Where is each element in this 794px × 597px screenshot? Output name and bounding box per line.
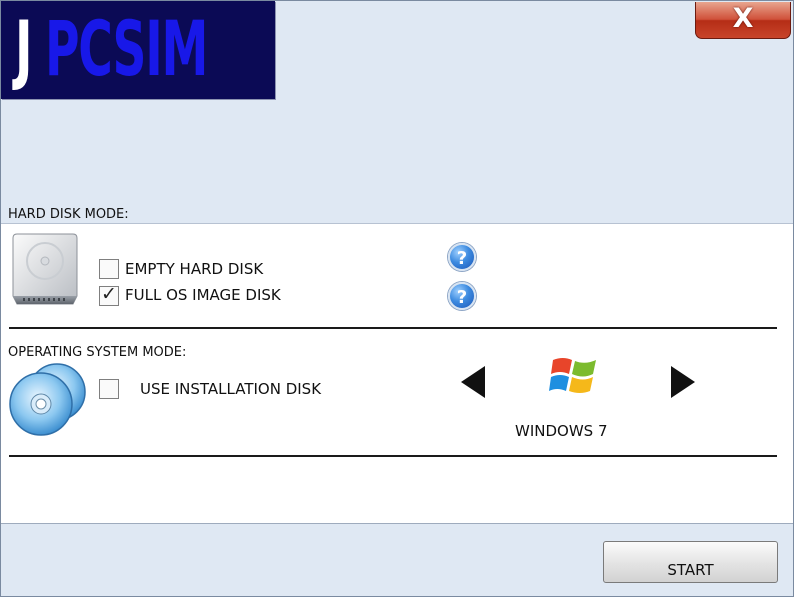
empty-hard-disk-checkbox[interactable] xyxy=(99,259,119,279)
logo-text: PCSIM xyxy=(45,4,208,93)
help-icon[interactable]: ? xyxy=(448,243,476,271)
checkmark-icon: ✓ xyxy=(101,283,117,305)
full-os-image-disk-checkbox[interactable]: ✓ xyxy=(99,283,119,306)
start-button[interactable]: START xyxy=(603,541,778,583)
arrow-right-icon[interactable] xyxy=(669,366,697,398)
cd-disks-icon xyxy=(9,363,86,436)
close-button[interactable]: X xyxy=(695,2,791,39)
hard-disk-icon xyxy=(12,233,78,305)
arrow-left-icon[interactable] xyxy=(459,366,487,398)
options-panel: EMPTY HARD DISK ✓ FULL OS IMAGE DISK ? ?… xyxy=(1,223,793,524)
start-button-label: START xyxy=(667,561,714,579)
empty-hard-disk-label[interactable]: EMPTY HARD DISK xyxy=(125,260,263,278)
hard-disk-mode-title: HARD DISK MODE: xyxy=(8,207,129,222)
section-divider xyxy=(9,327,777,329)
selected-os-label: WINDOWS 7 xyxy=(515,422,608,440)
help-icon[interactable]: ? xyxy=(448,282,476,310)
section-divider xyxy=(9,455,777,457)
use-installation-disk-checkbox[interactable] xyxy=(99,379,119,399)
app-window: J PCSIM X HARD DISK MODE: EMPTY HARD DIS… xyxy=(0,0,794,597)
app-logo: J PCSIM xyxy=(1,1,275,99)
full-os-image-disk-label[interactable]: FULL OS IMAGE DISK xyxy=(125,286,281,304)
operating-system-mode-title: OPERATING SYSTEM MODE: xyxy=(8,345,187,360)
use-installation-disk-label[interactable]: USE INSTALLATION DISK xyxy=(140,380,321,398)
logo-letter-j: J xyxy=(15,4,33,93)
windows-logo-icon xyxy=(549,358,596,393)
close-icon: X xyxy=(732,3,754,34)
